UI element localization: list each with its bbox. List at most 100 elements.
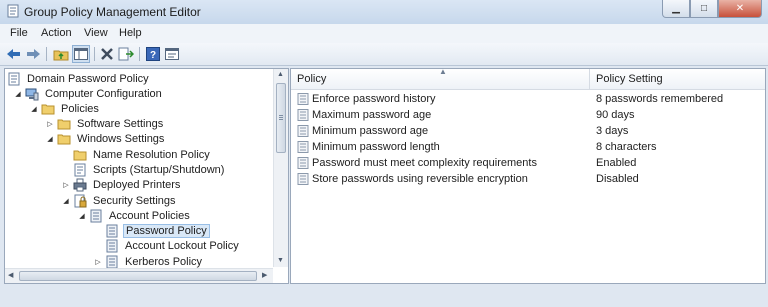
- menu-action[interactable]: Action: [41, 27, 72, 39]
- tree-item-label: Kerberos Policy: [125, 256, 203, 268]
- script-icon: [74, 163, 86, 177]
- toolbar-separator: [139, 47, 140, 61]
- forward-button[interactable]: [24, 45, 42, 63]
- policy-name: Minimum password length: [312, 141, 440, 153]
- policy-icon: [90, 209, 102, 223]
- policy-setting-value: 8 characters: [596, 141, 657, 153]
- expand-icon[interactable]: ▷: [45, 119, 55, 129]
- tree-item-domain-password-policy[interactable]: Domain Password Policy: [7, 71, 151, 87]
- column-header-label: Policy: [297, 73, 327, 85]
- table-row[interactable]: Enforce password history 8 passwords rem…: [291, 91, 765, 107]
- menu-help[interactable]: Help: [119, 27, 142, 39]
- policy-setting-icon: [297, 173, 309, 185]
- menu-view[interactable]: View: [84, 27, 108, 39]
- scroll-right-icon[interactable]: ▶: [262, 271, 267, 279]
- tree-horizontal-scrollbar[interactable]: ◀ ▶: [5, 268, 273, 283]
- policy-setting-value: Disabled: [596, 173, 639, 185]
- up-folder-button[interactable]: [52, 45, 70, 63]
- back-button[interactable]: [5, 45, 23, 63]
- tree-item-label: Password Policy: [123, 224, 210, 238]
- table-row[interactable]: Store passwords using reversible encrypt…: [291, 171, 765, 187]
- tree-item-deployed-printers[interactable]: ▷ Deployed Printers: [61, 177, 182, 193]
- up-folder-icon: [53, 50, 69, 61]
- help-button[interactable]: ?: [144, 45, 162, 63]
- tree-item-computer-configuration[interactable]: ◢ Computer Configuration: [13, 86, 164, 102]
- toolbar-separator: [46, 47, 47, 61]
- tree-item-account-policies[interactable]: ◢ Account Policies: [77, 208, 192, 224]
- column-header-policy-setting[interactable]: Policy Setting: [590, 69, 765, 89]
- policy-setting-icon: [297, 157, 309, 169]
- delete-button[interactable]: [98, 45, 116, 63]
- policy-setting-value: 3 days: [596, 125, 629, 137]
- tree-item-password-policy[interactable]: Password Policy: [93, 223, 210, 239]
- tree-item-security-settings[interactable]: ◢ Security Settings: [61, 193, 178, 209]
- policy-name: Maximum password age: [312, 109, 432, 121]
- tree-item-windows-settings[interactable]: ◢ Windows Settings: [45, 131, 166, 147]
- show-hide-tree-icon: [74, 48, 88, 60]
- tree-item-label: Security Settings: [93, 195, 176, 207]
- scroll-up-icon[interactable]: ▲: [277, 71, 284, 78]
- policy-name: Password must meet complexity requiremen…: [312, 157, 537, 169]
- security-icon: [74, 194, 87, 208]
- table-row[interactable]: Minimum password length 8 characters: [291, 139, 765, 155]
- tree-item-name-resolution-policy[interactable]: Name Resolution Policy: [61, 147, 212, 163]
- delete-icon: [101, 48, 113, 60]
- tree-item-scripts[interactable]: Scripts (Startup/Shutdown): [61, 162, 226, 178]
- policy-icon: [106, 239, 118, 253]
- scroll-thumb[interactable]: [276, 83, 286, 153]
- tree-item-label: Name Resolution Policy: [93, 149, 210, 161]
- policy-setting-icon: [297, 93, 309, 105]
- policy-setting-value: 90 days: [596, 109, 635, 121]
- export-list-button[interactable]: [117, 45, 135, 63]
- menu-file[interactable]: File: [10, 27, 28, 39]
- policy-editor-icon: [7, 4, 19, 18]
- collapse-icon[interactable]: ◢: [45, 134, 55, 144]
- tree-item-account-lockout-policy[interactable]: Account Lockout Policy: [93, 238, 241, 254]
- tree-item-label: Account Policies: [109, 210, 190, 222]
- policy-name: Minimum password age: [312, 125, 429, 137]
- maximize-icon: □: [700, 3, 708, 14]
- collapse-icon[interactable]: ◢: [29, 104, 39, 114]
- tree-item-label: Deployed Printers: [93, 179, 181, 191]
- properties-button[interactable]: [163, 45, 181, 63]
- maximize-button[interactable]: □: [690, 0, 718, 18]
- scroll-thumb[interactable]: [19, 271, 257, 281]
- folder-icon: [57, 119, 71, 130]
- tree-item-label: Account Lockout Policy: [125, 240, 239, 252]
- tree-item-policies[interactable]: ◢ Policies: [29, 101, 101, 117]
- printer-icon: [73, 178, 87, 192]
- tree-item-software-settings[interactable]: ▷ Software Settings: [45, 116, 165, 132]
- folder-icon: [41, 104, 55, 115]
- policy-document-icon: [8, 72, 20, 86]
- collapse-icon[interactable]: ◢: [61, 196, 71, 206]
- column-header-policy[interactable]: Policy ▲: [291, 69, 589, 89]
- column-header-label: Policy Setting: [596, 73, 663, 85]
- table-row[interactable]: Maximum password age 90 days: [291, 107, 765, 123]
- tree-vertical-scrollbar[interactable]: ▲ ▼: [273, 69, 288, 267]
- tree-item-label: Domain Password Policy: [27, 73, 149, 85]
- tree-item-label: Policies: [61, 103, 99, 115]
- minimize-button[interactable]: ▁: [662, 0, 690, 18]
- show-hide-tree-button[interactable]: [72, 45, 90, 63]
- scroll-left-icon[interactable]: ◀: [8, 271, 13, 279]
- expand-icon[interactable]: ▷: [93, 257, 103, 267]
- tree-item-label: Software Settings: [77, 118, 164, 130]
- close-button[interactable]: ✕: [718, 0, 762, 18]
- properties-icon: [165, 48, 179, 60]
- expand-icon[interactable]: ▷: [61, 180, 71, 190]
- table-row[interactable]: Minimum password age 3 days: [291, 123, 765, 139]
- minimize-icon: ▁: [672, 3, 680, 14]
- scroll-down-icon[interactable]: ▼: [277, 257, 284, 264]
- computer-icon: [25, 88, 39, 101]
- console-tree: Domain Password Policy ◢ Computer Config…: [4, 68, 289, 284]
- policy-cell: Minimum password length: [297, 139, 440, 155]
- collapse-icon[interactable]: ◢: [77, 211, 87, 221]
- policy-setting-icon: [297, 125, 309, 137]
- menu-bar: File Action View Help: [0, 24, 768, 44]
- window-controls: ▁ □ ✕: [662, 0, 762, 18]
- collapse-icon[interactable]: ◢: [13, 89, 23, 99]
- close-icon: ✕: [735, 3, 745, 14]
- table-row[interactable]: Password must meet complexity requiremen…: [291, 155, 765, 171]
- policy-cell: Enforce password history: [297, 91, 436, 107]
